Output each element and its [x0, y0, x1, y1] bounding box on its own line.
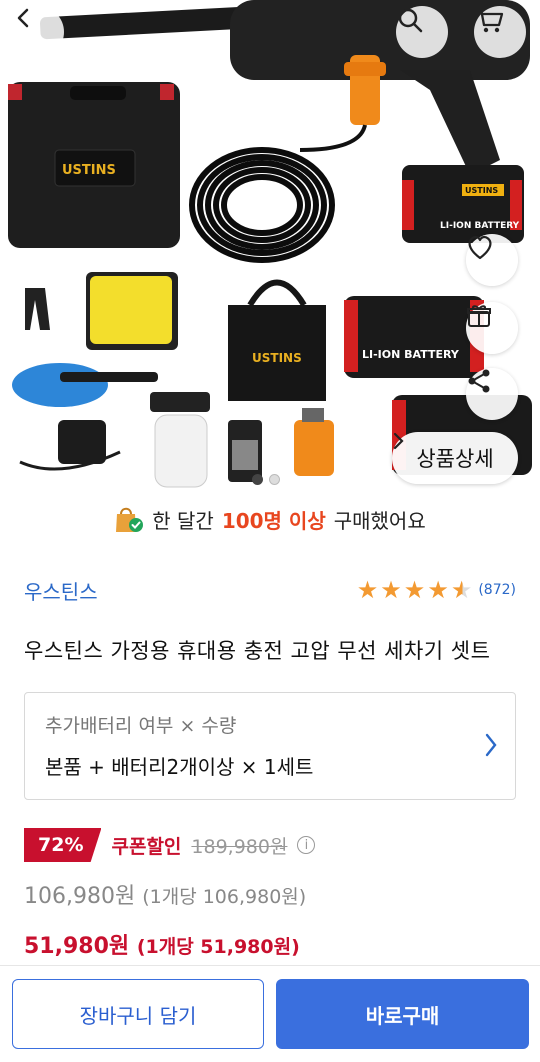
product-image-carousel[interactable]: USTINS LI-ION BATTERY USTINS USTINS LI-I…	[0, 0, 540, 490]
carousel-dots	[252, 474, 280, 485]
star-icon: ★	[356, 576, 379, 604]
battery-logo: USTINS	[465, 186, 498, 195]
sale-unit-price: (1개당 106,980원)	[142, 886, 307, 908]
star-icon: ★	[380, 576, 402, 604]
coupon-price-row: 51,980원 (1개당 51,980원)	[24, 928, 300, 960]
share-icon	[468, 369, 490, 393]
purchase-count-number: 100명 이상	[221, 509, 326, 533]
purchase-count-prefix: 한 달간	[152, 509, 214, 533]
review-count[interactable]: (872)	[478, 582, 516, 598]
back-button[interactable]	[12, 6, 64, 58]
coupon-unit-price: (1개당 51,980원)	[136, 936, 300, 958]
brand-link[interactable]: 우스틴스	[24, 576, 98, 605]
purchase-count-banner: 한 달간 100명 이상 구매했어요	[0, 505, 540, 534]
product-detail-label: 상품상세	[416, 447, 494, 471]
chevron-right-icon	[485, 733, 497, 757]
rating-stars[interactable]: ★ ★ ★ ★ ★ (872)	[357, 578, 516, 602]
original-price: 189,980원	[191, 835, 288, 858]
search-button[interactable]	[396, 6, 448, 58]
carousel-dot[interactable]	[269, 474, 280, 485]
info-icon[interactable]: i	[297, 836, 316, 854]
chevron-left-icon	[17, 8, 29, 28]
cart-button[interactable]	[474, 6, 526, 58]
brand-rating-row: 우스틴스 ★ ★ ★ ★ ★ (872)	[24, 575, 516, 605]
star-icon: ★	[403, 576, 426, 604]
sale-price: 106,980원	[24, 884, 136, 909]
coupon-discount-label: 쿠폰할인	[111, 835, 182, 858]
case-logo: USTINS	[62, 163, 116, 178]
star-half-icon: ★	[450, 576, 473, 604]
sale-price-row: 106,980원 (1개당 106,980원)	[24, 878, 306, 910]
discount-row: 72% 쿠폰할인 189,980원 i	[24, 828, 316, 862]
bottom-action-bar: 장바구니 담기 바로구매	[0, 965, 540, 1062]
add-to-cart-button[interactable]: 장바구니 담기	[12, 979, 264, 1049]
carousel-dot[interactable]	[252, 474, 263, 485]
battery-text: LI-ION BATTERY	[440, 221, 520, 231]
like-button[interactable]	[466, 234, 518, 286]
star-icon: ★	[427, 576, 449, 604]
bag-logo: USTINS	[252, 351, 302, 365]
gift-icon	[467, 305, 491, 327]
product-detail-button[interactable]: 상품상세	[392, 432, 518, 484]
coupon-price: 51,980원	[24, 934, 130, 959]
cart-icon	[476, 7, 504, 33]
buy-now-button[interactable]: 바로구매	[276, 979, 529, 1049]
heart-icon	[468, 235, 492, 260]
gift-button[interactable]	[466, 302, 518, 354]
product-title: 우스틴스 가정용 휴대용 충전 고압 무선 세차기 셋트	[24, 639, 491, 663]
shopping-bag-check-icon	[116, 507, 144, 532]
discount-rate-badge: 72%	[24, 828, 102, 862]
chevron-right-icon	[393, 432, 404, 450]
option-label: 추가배터리 여부 × 수량	[45, 715, 237, 737]
option-value: 본품 + 배터리2개이상 × 1세트	[45, 755, 314, 779]
product-photo: USTINS LI-ION BATTERY USTINS USTINS LI-I…	[0, 0, 540, 490]
battery2-text: LI-ION BATTERY	[362, 348, 460, 361]
purchase-count-suffix: 구매했어요	[333, 509, 426, 533]
share-button[interactable]	[466, 368, 518, 420]
option-selector[interactable]: 추가배터리 여부 × 수량 본품 + 배터리2개이상 × 1세트	[24, 692, 516, 800]
search-icon	[398, 8, 423, 33]
